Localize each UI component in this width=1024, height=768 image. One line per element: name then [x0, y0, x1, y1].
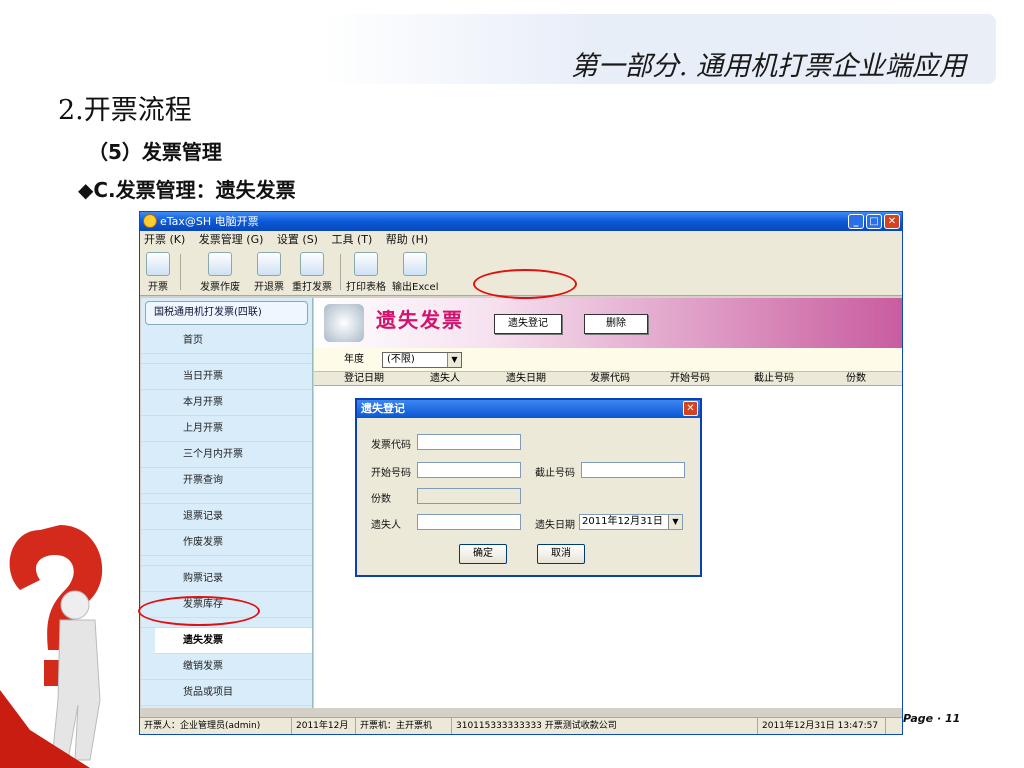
- sidebar-item-month[interactable]: 本月开票: [141, 390, 312, 416]
- refund-invoice-icon: [257, 252, 281, 276]
- invoice-code-label: 发票代码: [371, 440, 411, 451]
- toolbar-export-excel-button[interactable]: 输出Excel: [392, 252, 439, 293]
- menu-tools[interactable]: 工具 (T): [331, 233, 372, 246]
- confirm-button[interactable]: 确定: [459, 544, 507, 564]
- slide-header-band: 第一部分. 通用机打票企业端应用: [320, 14, 996, 84]
- toolbar-void-button[interactable]: 发票作废: [200, 252, 240, 293]
- lost-date-label: 遗失日期: [535, 520, 575, 531]
- pencil-icon: [146, 252, 170, 276]
- filter-bar: 年度 (不限) ▼: [314, 348, 902, 372]
- sidebar-invoice-type[interactable]: 国税通用机打发票(四联): [145, 301, 308, 325]
- sidebar: 国税通用机打发票(四联) 首页 当日开票 本月开票 上月开票 三个月内开票 开票…: [141, 298, 313, 708]
- start-number-label: 开始号码: [371, 468, 411, 479]
- sidebar-item-cancel[interactable]: 缴销发票: [141, 654, 312, 680]
- sidebar-item-lost[interactable]: 遗失发票: [155, 628, 312, 654]
- window-title: eTax@SH 电脑开票: [160, 215, 259, 228]
- sidebar-item-home[interactable]: 首页: [141, 328, 312, 354]
- end-number-label: 截止号码: [535, 468, 575, 479]
- slide-title: 第一部分. 通用机打票企业端应用: [570, 51, 966, 82]
- count-label: 份数: [371, 494, 391, 505]
- year-select[interactable]: (不限) ▼: [382, 352, 462, 368]
- menu-help[interactable]: 帮助 (H): [386, 233, 428, 246]
- status-period: 2011年12月: [292, 718, 356, 734]
- sidebar-item-void[interactable]: 作废发票: [141, 530, 312, 556]
- column-header[interactable]: 份数: [846, 372, 866, 386]
- minimize-button[interactable]: _: [848, 214, 864, 229]
- status-company: 310115333333333 开票测试收款公司: [452, 718, 758, 734]
- topic-heading: ◆C.发票管理：遗失发票: [78, 178, 296, 202]
- status-bar: 开票人：企业管理员(admin) 2011年12月 开票机：主开票机 31011…: [140, 717, 902, 734]
- question-figure-illustration: [0, 525, 103, 768]
- sidebar-item-three-months[interactable]: 三个月内开票: [141, 442, 312, 468]
- menu-invoice[interactable]: 开票 (K): [144, 233, 185, 246]
- sidebar-item-goods[interactable]: 货品或项目: [141, 680, 312, 706]
- lost-register-dialog: 遗失登记 ✕ 发票代码 开始号码 截止号码 份数 遗失人 遗失日期 2011年1…: [355, 398, 702, 577]
- sidebar-item-purchase[interactable]: 购票记录: [141, 566, 312, 592]
- dialog-title: 遗失登记: [361, 402, 405, 415]
- sidebar-item-today[interactable]: 当日开票: [141, 364, 312, 390]
- column-header[interactable]: 截止号码: [754, 372, 794, 386]
- excel-export-icon: [403, 252, 428, 276]
- highlight-ellipse-stock: [138, 596, 260, 626]
- print-table-icon: [354, 252, 378, 276]
- void-invoice-icon: [208, 252, 232, 276]
- section-heading: 2.开票流程: [58, 95, 192, 126]
- maximize-button[interactable]: □: [866, 214, 882, 229]
- lost-person-label: 遗失人: [371, 520, 401, 531]
- status-user: 开票人：企业管理员(admin): [140, 718, 292, 734]
- window-titlebar[interactable]: eTax@SH 电脑开票 _ □ ✕: [140, 212, 902, 231]
- lost-person-input[interactable]: [417, 514, 521, 530]
- count-input: [417, 488, 521, 504]
- start-number-input[interactable]: [417, 462, 521, 478]
- close-button[interactable]: ✕: [884, 214, 900, 229]
- lost-invoice-icon: [324, 304, 364, 342]
- column-header[interactable]: 遗失人: [430, 372, 460, 386]
- year-label: 年度: [344, 354, 364, 365]
- delete-button[interactable]: 删除: [584, 314, 648, 334]
- column-header[interactable]: 开始号码: [670, 372, 710, 386]
- menu-bar: 开票 (K) 发票管理 (G) 设置 (S) 工具 (T) 帮助 (H): [140, 231, 902, 248]
- toolbar-separator: [180, 254, 181, 290]
- app-icon: [143, 214, 157, 228]
- lost-date-picker[interactable]: 2011年12月31日 ▼: [579, 514, 683, 530]
- page-banner: 遗失发票 遗失登记 删除: [314, 298, 902, 348]
- sidebar-item-last-month[interactable]: 上月开票: [141, 416, 312, 442]
- toolbar-separator: [340, 254, 341, 290]
- column-header[interactable]: 登记日期: [344, 372, 384, 386]
- toolbar-refund-button[interactable]: 开退票: [254, 252, 284, 293]
- status-datetime: 2011年12月31日 13:47:57: [758, 718, 886, 734]
- sidebar-item-query[interactable]: 开票查询: [141, 468, 312, 494]
- menu-invoice-management[interactable]: 发票管理 (G): [199, 233, 264, 246]
- dialog-titlebar[interactable]: 遗失登记 ✕: [357, 400, 700, 418]
- toolbar-issue-button[interactable]: 开票: [146, 252, 170, 293]
- lost-register-button[interactable]: 遗失登记: [494, 314, 562, 334]
- end-number-input[interactable]: [581, 462, 685, 478]
- menu-settings[interactable]: 设置 (S): [277, 233, 318, 246]
- page-number: Page · 11: [903, 712, 961, 725]
- highlight-ellipse-toolbar: [473, 269, 577, 299]
- chevron-down-icon[interactable]: ▼: [447, 353, 461, 367]
- table-header: 登记日期 遗失人 遗失日期 发票代码 开始号码 截止号码 份数: [314, 372, 902, 386]
- invoice-code-input[interactable]: [417, 434, 521, 450]
- column-header[interactable]: 发票代码: [590, 372, 630, 386]
- dialog-close-button[interactable]: ✕: [683, 401, 698, 416]
- sidebar-item-refund[interactable]: 退票记录: [141, 504, 312, 530]
- sub-heading: （5）发票管理: [88, 140, 222, 164]
- reprint-icon: [300, 252, 324, 276]
- cancel-button[interactable]: 取消: [537, 544, 585, 564]
- column-header[interactable]: 遗失日期: [506, 372, 546, 386]
- toolbar-print-table-button[interactable]: 打印表格: [346, 252, 386, 293]
- page-title: 遗失发票: [376, 308, 464, 332]
- status-machine: 开票机：主开票机: [356, 718, 452, 734]
- toolbar-reprint-button[interactable]: 重打发票: [292, 252, 332, 293]
- chevron-down-icon[interactable]: ▼: [668, 515, 682, 529]
